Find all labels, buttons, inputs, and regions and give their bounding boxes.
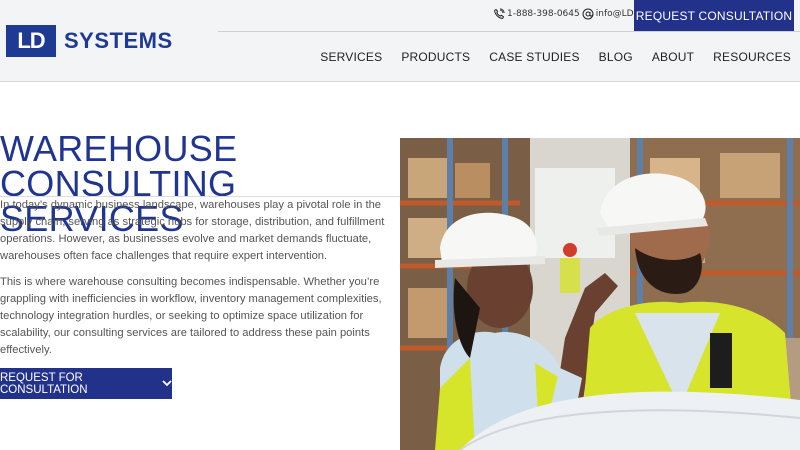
nav-item-case-studies[interactable]: CASE STUDIES xyxy=(489,50,579,64)
nav-item-blog[interactable]: BLOG xyxy=(599,50,633,64)
hero-paragraph-2: This is where warehouse consulting becom… xyxy=(0,276,382,356)
nav-item-resources[interactable]: RESOURCES xyxy=(713,50,791,64)
site-header: LD SYSTEMS 1-888-398-0645 info@LDSLC.com… xyxy=(0,0,800,82)
nav-item-about[interactable]: ABOUT xyxy=(652,50,694,64)
site-logo[interactable]: LD SYSTEMS xyxy=(6,25,173,57)
main-nav: SERVICES PRODUCTS CASE STUDIES BLOG ABOU… xyxy=(320,50,791,64)
chevron-down-icon xyxy=(162,378,172,390)
hero-paragraph-1: In today’s dynamic business landscape, w… xyxy=(0,199,385,262)
nav-divider xyxy=(218,31,800,32)
phone-link[interactable]: 1-888-398-0645 xyxy=(507,9,580,19)
logo-mark: LD xyxy=(6,25,56,57)
cta-label: REQUEST FOR CONSULTATION xyxy=(0,371,88,396)
email-icon xyxy=(582,8,594,20)
hero-photo-warehouse-workers xyxy=(400,138,800,450)
phone-icon xyxy=(493,8,505,20)
request-consultation-button[interactable]: REQUEST CONSULTATION xyxy=(634,0,794,31)
logo-text: SYSTEMS xyxy=(64,28,173,53)
nav-item-services[interactable]: SERVICES xyxy=(320,50,382,64)
request-for-consultation-button[interactable]: REQUEST FOR CONSULTATION xyxy=(0,368,172,399)
nav-item-products[interactable]: PRODUCTS xyxy=(401,50,470,64)
